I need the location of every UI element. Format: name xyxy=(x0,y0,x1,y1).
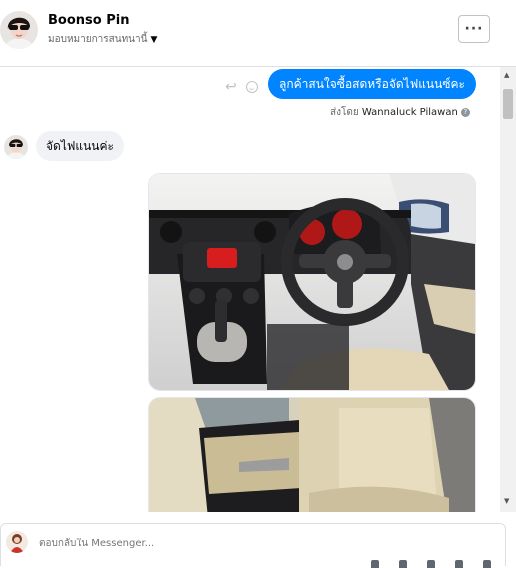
reply-icon[interactable]: ↩ xyxy=(225,79,237,95)
scroll-down-arrow-icon[interactable]: ▼ xyxy=(504,497,509,505)
assign-label: มอบหมายการสนทนานี้ xyxy=(48,34,148,45)
car-interior-photo-rear[interactable] xyxy=(148,397,476,512)
scrollbar-thumb[interactable] xyxy=(503,89,513,119)
image-icon[interactable] xyxy=(399,560,407,568)
outgoing-message-bubble[interactable]: ลูกค้าสนใจซื้อสดหรือจัดไฟแนนซ์คะ xyxy=(268,69,476,99)
attach-icon[interactable] xyxy=(371,560,379,568)
scroll-up-arrow-icon[interactable]: ▲ xyxy=(504,71,509,79)
contact-avatar[interactable] xyxy=(0,11,38,49)
more-options-button[interactable]: ··· xyxy=(458,15,490,43)
sent-by-name: Wannaluck Pilawan xyxy=(361,107,458,118)
reply-composer xyxy=(0,523,506,568)
like-icon[interactable] xyxy=(483,560,491,568)
incoming-message-bubble[interactable]: จัดไฟแนนค่ะ xyxy=(36,131,124,161)
assign-conversation-dropdown[interactable]: มอบหมายการสนทนานี้ ▼ xyxy=(48,32,157,47)
contact-avatar-small xyxy=(4,135,28,159)
reply-input[interactable] xyxy=(39,538,339,549)
thread-scrollbar[interactable]: ▲ ▼ xyxy=(500,67,516,512)
composer-toolbar xyxy=(371,560,501,568)
caret-down-icon: ▼ xyxy=(150,34,158,45)
info-icon[interactable]: ? xyxy=(460,107,470,117)
react-emoji-icon[interactable] xyxy=(246,81,258,93)
message-thread: ↩ ลูกค้าสนใจซื้อสดหรือจัดไฟแนนซ์คะ ส่งโด… xyxy=(0,67,500,512)
contact-name[interactable]: Boonso Pin xyxy=(48,13,129,28)
conversation-header: Boonso Pin มอบหมายการสนทนานี้ ▼ ··· xyxy=(0,0,516,67)
sent-by-line: ส่งโดย Wannaluck Pilawan? xyxy=(330,105,470,120)
page-avatar xyxy=(6,531,28,553)
gif-icon[interactable] xyxy=(455,560,463,568)
car-interior-photo-dashboard[interactable] xyxy=(148,173,476,391)
emoji-icon[interactable] xyxy=(427,560,435,568)
sent-by-prefix: ส่งโดย xyxy=(330,107,359,118)
